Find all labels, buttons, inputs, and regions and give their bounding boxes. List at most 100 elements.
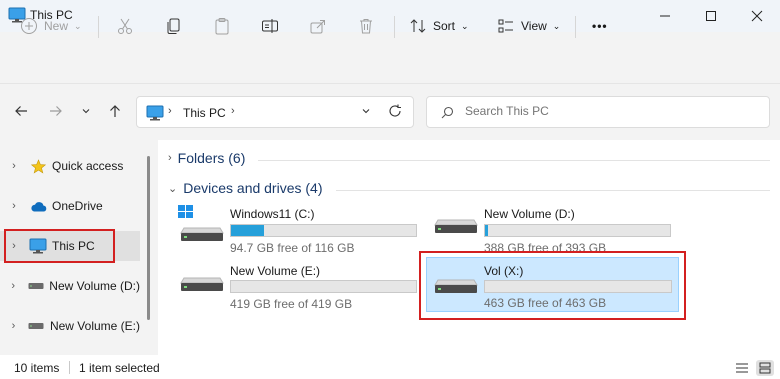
- chevron-down-icon: ⌄: [74, 20, 82, 31]
- sidebar-item-label: Quick access: [52, 159, 124, 173]
- delete-button[interactable]: [357, 14, 375, 38]
- toolbar-divider: [394, 16, 395, 38]
- group-divider: [258, 160, 770, 161]
- drive-name: Windows11 (C:): [230, 207, 315, 221]
- sidebar-item-new-volume-e[interactable]: › New Volume (E:): [0, 311, 140, 341]
- more-options-button[interactable]: •••: [592, 14, 608, 38]
- view-button[interactable]: View ⌄: [497, 14, 560, 38]
- search-box[interactable]: [426, 96, 770, 128]
- drive-name: New Volume (E:): [230, 264, 321, 278]
- search-icon: [441, 106, 454, 122]
- plus-circle-icon: [21, 18, 37, 34]
- drive-usage-bar: [230, 224, 417, 237]
- command-bar: [0, 32, 780, 84]
- breadcrumb-this-pc[interactable]: This PC: [183, 106, 226, 120]
- new-label: New: [44, 19, 69, 33]
- forward-button[interactable]: [44, 98, 68, 124]
- drive-usage-bar: [230, 280, 417, 293]
- chevron-down-icon: [362, 109, 370, 114]
- drive-tile[interactable]: Windows11 (C:) 94.7 GB free of 116 GB: [176, 204, 420, 255]
- drive-tile[interactable]: New Volume (D:) 388 GB free of 393 GB: [430, 204, 674, 255]
- star-icon: [28, 158, 48, 174]
- sidebar-scrollbar[interactable]: [147, 156, 150, 320]
- close-button[interactable]: [734, 0, 780, 32]
- chevron-right-icon[interactable]: ›: [0, 320, 27, 332]
- windows-logo-icon: [176, 204, 196, 223]
- share-icon: [310, 20, 325, 34]
- search-input[interactable]: [465, 104, 755, 118]
- monitor-icon: [146, 105, 164, 124]
- drive-free-space: 419 GB free of 419 GB: [230, 297, 353, 311]
- arrow-right-icon: [50, 106, 62, 116]
- sort-button[interactable]: Sort ⌄: [409, 14, 469, 38]
- drive-icon: [180, 224, 224, 245]
- sidebar-item-label: OneDrive: [52, 199, 103, 213]
- annotation-highlight-box: [4, 229, 115, 263]
- chevron-right-icon: ›: [168, 152, 172, 164]
- refresh-button[interactable]: [388, 104, 402, 121]
- drive-name: New Volume (D:): [484, 207, 575, 221]
- view-list-icon: [498, 19, 513, 33]
- sidebar-item-new-volume-d[interactable]: › New Volume (D:): [0, 271, 140, 301]
- drive-icon: [434, 216, 478, 237]
- sort-label: Sort: [433, 19, 456, 33]
- copy-icon: [167, 18, 180, 34]
- address-bar[interactable]: › This PC ›: [136, 96, 414, 128]
- cut-button[interactable]: [116, 14, 134, 38]
- drive-icon: [180, 274, 224, 295]
- selection-count: 1 item selected: [79, 361, 160, 375]
- sidebar-item-onedrive[interactable]: › OneDrive: [0, 191, 140, 221]
- arrow-up-icon: [110, 105, 120, 117]
- drive-usage-bar: [484, 224, 671, 237]
- clipboard-icon: [215, 18, 229, 35]
- chevron-down-icon: [82, 109, 90, 114]
- group-header-devices[interactable]: ⌄ Devices and drives (4): [168, 180, 323, 196]
- minimize-button[interactable]: [642, 0, 688, 32]
- recent-locations-button[interactable]: [74, 98, 98, 124]
- details-view-icon: [736, 363, 748, 373]
- back-button[interactable]: [9, 98, 33, 124]
- item-count: 10 items: [14, 361, 60, 375]
- new-button[interactable]: New ⌄: [20, 14, 82, 38]
- chevron-right-icon[interactable]: ›: [0, 160, 28, 172]
- drive-usage-fill: [485, 225, 488, 236]
- group-label: Folders (6): [177, 150, 246, 166]
- drive-tile[interactable]: New Volume (E:) 419 GB free of 419 GB: [176, 262, 420, 311]
- group-label: Devices and drives (4): [183, 180, 323, 196]
- drive-icon: [27, 318, 46, 334]
- arrow-left-icon: [15, 106, 27, 116]
- sidebar-item-label: New Volume (D:): [49, 279, 140, 293]
- address-history-dropdown[interactable]: [361, 105, 371, 119]
- trash-icon: [360, 19, 372, 34]
- drive-usage-fill: [231, 225, 265, 236]
- breadcrumb-separator-icon[interactable]: ›: [231, 105, 235, 117]
- refresh-icon: [389, 104, 401, 117]
- chevron-right-icon[interactable]: ›: [0, 280, 26, 292]
- breadcrumb-separator-icon: ›: [168, 105, 172, 117]
- chevron-down-icon: ⌄: [168, 182, 178, 195]
- cloud-icon: [28, 198, 48, 214]
- scissors-icon: [118, 18, 132, 34]
- chevron-down-icon: ⌄: [552, 20, 561, 31]
- sidebar-item-label: New Volume (E:): [49, 319, 140, 333]
- rename-button[interactable]: [261, 14, 279, 38]
- up-button[interactable]: [103, 98, 127, 124]
- chevron-down-icon: ⌄: [461, 20, 469, 31]
- share-button[interactable]: [309, 14, 327, 38]
- maximize-button[interactable]: [688, 0, 734, 32]
- drive-icon: [26, 278, 45, 294]
- annotation-highlight-box: [419, 251, 686, 320]
- rename-icon: [262, 19, 278, 33]
- content-pane: › Folders (6) ⌄ Devices and drives (4) W…: [158, 140, 780, 355]
- sidebar-item-quick-access[interactable]: › Quick access: [0, 151, 140, 181]
- status-divider: [69, 361, 70, 374]
- sort-icon: [410, 19, 426, 33]
- drive-free-space: 94.7 GB free of 116 GB: [230, 241, 355, 255]
- tiles-view-button[interactable]: [756, 360, 774, 376]
- details-view-button[interactable]: [735, 362, 749, 377]
- chevron-right-icon[interactable]: ›: [0, 200, 28, 212]
- group-header-folders[interactable]: › Folders (6): [168, 150, 245, 166]
- copy-button[interactable]: [165, 14, 183, 38]
- paste-button[interactable]: [213, 14, 231, 38]
- toolbar-divider: [98, 16, 99, 38]
